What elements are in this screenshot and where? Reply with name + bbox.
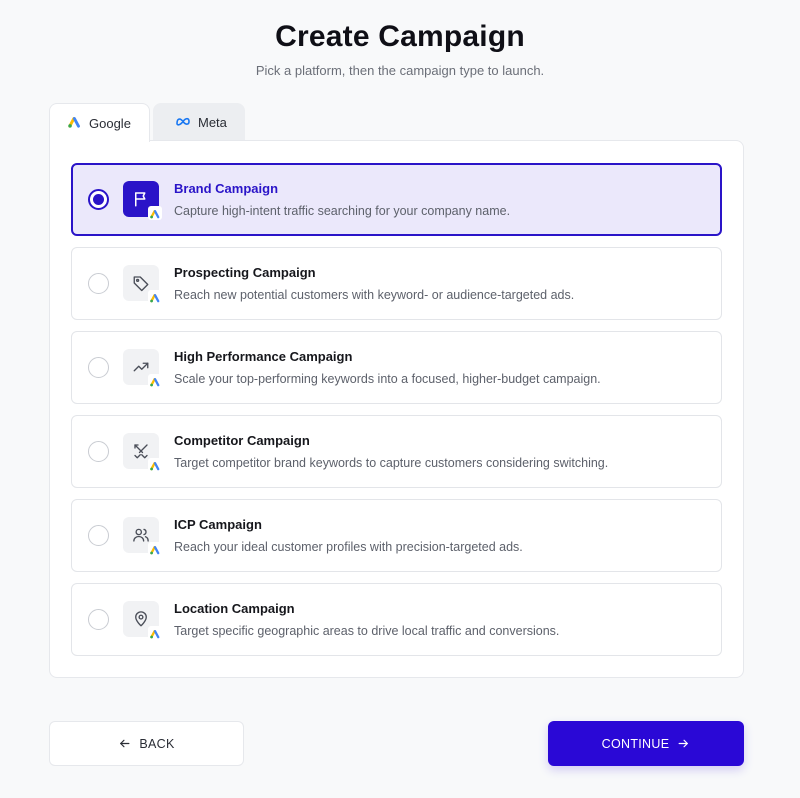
- google-ads-badge-icon: [148, 290, 162, 304]
- radio-button[interactable]: [88, 273, 109, 294]
- option-prospecting-campaign[interactable]: Prospecting Campaign Reach new potential…: [71, 247, 722, 320]
- option-title: High Performance Campaign: [174, 349, 353, 364]
- option-description: Reach your ideal customer profiles with …: [174, 540, 523, 554]
- radio-button[interactable]: [88, 609, 109, 630]
- back-button[interactable]: BACK: [49, 721, 244, 766]
- option-description: Target specific geographic areas to driv…: [174, 624, 560, 638]
- tab-label: Google: [89, 115, 131, 131]
- flag-icon: [135, 192, 146, 207]
- radio-button[interactable]: [88, 441, 109, 462]
- option-title: Prospecting Campaign: [174, 265, 316, 280]
- option-competitor-campaign[interactable]: Competitor Campaign Target competitor br…: [71, 415, 722, 488]
- option-icon-box: [123, 517, 162, 556]
- google-ads-icon: [68, 115, 82, 131]
- tab-google[interactable]: Google: [49, 103, 150, 142]
- crossed-swords-icon: [134, 444, 148, 459]
- users-icon: [133, 528, 149, 542]
- option-location-campaign[interactable]: Location Campaign Target specific geogra…: [71, 583, 722, 656]
- page-subtitle: Pick a platform, then the campaign type …: [255, 63, 545, 78]
- option-description: Target competitor brand keywords to capt…: [174, 456, 609, 470]
- continue-button[interactable]: CONTINUE: [548, 721, 744, 766]
- page-title: Create Campaign: [275, 20, 525, 53]
- google-ads-badge-icon: [148, 626, 162, 640]
- option-title: Competitor Campaign: [174, 433, 310, 448]
- trending-up-icon: [133, 362, 149, 372]
- meta-icon: [175, 115, 191, 130]
- google-ads-badge-icon: [148, 206, 162, 220]
- option-icon-box: [123, 433, 162, 472]
- tab-label: Meta: [198, 114, 227, 130]
- arrow-right-icon: [678, 739, 689, 748]
- option-icon-box: [123, 601, 162, 640]
- option-high-performance-campaign[interactable]: High Performance Campaign Scale your top…: [71, 331, 722, 404]
- option-icon-box: [123, 349, 162, 388]
- option-icp-campaign[interactable]: ICP Campaign Reach your ideal customer p…: [71, 499, 722, 572]
- option-description: Reach new potential customers with keywo…: [174, 288, 575, 302]
- google-ads-badge-icon: [148, 374, 162, 388]
- option-icon-box: [123, 181, 162, 220]
- tag-icon: [133, 276, 149, 292]
- option-title: Location Campaign: [174, 601, 295, 616]
- radio-button[interactable]: [88, 357, 109, 378]
- google-ads-badge-icon: [148, 542, 162, 556]
- radio-button[interactable]: [88, 189, 109, 210]
- option-title: Brand Campaign: [174, 181, 279, 196]
- option-brand-campaign[interactable]: Brand Campaign Capture high-intent traff…: [71, 163, 722, 236]
- option-title: ICP Campaign: [174, 517, 262, 532]
- back-button-label: BACK: [139, 736, 175, 751]
- option-icon-box: [123, 265, 162, 304]
- radio-button[interactable]: [88, 525, 109, 546]
- tab-meta[interactable]: Meta: [153, 103, 245, 141]
- arrow-left-icon: [120, 739, 130, 748]
- continue-button-label: CONTINUE: [601, 736, 670, 751]
- google-ads-badge-icon: [148, 458, 162, 472]
- campaign-type-card: Brand Campaign Capture high-intent traff…: [49, 140, 744, 678]
- platform-tabs: Google Meta: [49, 103, 245, 142]
- map-pin-icon: [135, 611, 147, 627]
- option-description: Scale your top-performing keywords into …: [174, 372, 601, 386]
- option-description: Capture high-intent traffic searching fo…: [174, 204, 511, 218]
